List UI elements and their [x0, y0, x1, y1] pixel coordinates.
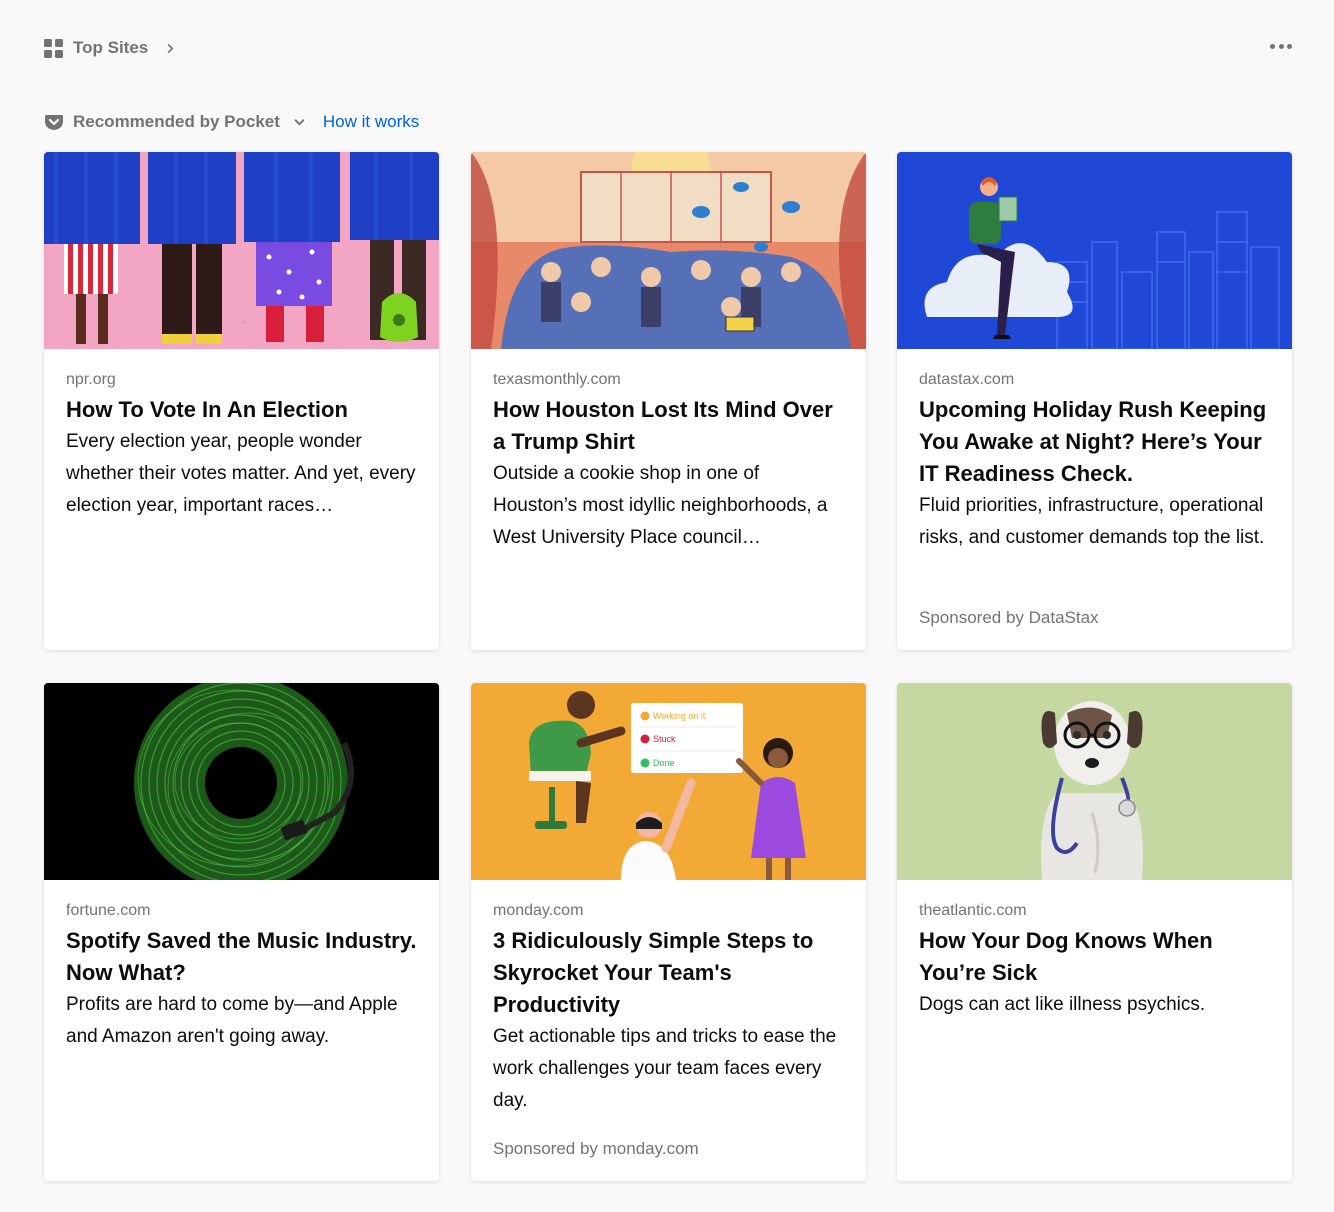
- story-title: How To Vote In An Election: [66, 397, 348, 422]
- story-title: Spotify Saved the Music Industry. Now Wh…: [66, 928, 417, 985]
- story-source: fortune.com: [66, 902, 151, 919]
- story-title: Upcoming Holiday Rush Keeping You Awake …: [919, 397, 1267, 486]
- chevron-down-icon[interactable]: [294, 117, 305, 128]
- story-source: monday.com: [493, 902, 584, 919]
- sponsored-label: Sponsored by monday.com: [493, 1139, 699, 1158]
- story-source: npr.org: [66, 371, 116, 388]
- story-card[interactable]: datastax.com Upcoming Holiday Rush Keepi…: [897, 152, 1292, 650]
- chevron-right-icon: [168, 43, 174, 53]
- pocket-header: Recommended by Pocket How it works: [44, 110, 419, 134]
- story-excerpt: Every election year, people wonder wheth…: [66, 431, 416, 516]
- story-excerpt: Fluid priorities, infrastructure, operat…: [919, 495, 1265, 548]
- story-source: theatlantic.com: [919, 902, 1027, 919]
- sponsored-label: Sponsored by DataStax: [919, 608, 1099, 627]
- story-card[interactable]: fortune.com Spotify Saved the Music Indu…: [44, 683, 439, 1181]
- story-excerpt: Profits are hard to come by—and Apple an…: [66, 994, 398, 1047]
- story-image: [471, 152, 866, 349]
- story-image: [44, 683, 439, 880]
- status-done: Done: [653, 758, 675, 768]
- story-card[interactable]: npr.org How To Vote In An Election Every…: [44, 152, 439, 650]
- top-sites-header[interactable]: Top Sites: [44, 36, 175, 60]
- how-it-works-link[interactable]: How it works: [323, 112, 419, 132]
- status-stuck: Stuck: [653, 734, 676, 744]
- story-excerpt: Get actionable tips and tricks to ease t…: [493, 1026, 837, 1111]
- story-source: texasmonthly.com: [493, 371, 621, 388]
- story-image: [897, 152, 1292, 349]
- ellipsis-icon[interactable]: [1270, 38, 1292, 54]
- story-image: [44, 152, 439, 349]
- story-image: [897, 683, 1292, 880]
- pocket-title: Recommended by Pocket: [73, 112, 280, 131]
- top-sites-title: Top Sites: [73, 38, 149, 57]
- story-excerpt: Outside a cookie shop in one of Houston’…: [493, 463, 828, 548]
- story-source: datastax.com: [919, 371, 1015, 388]
- story-title: 3 Ridiculously Simple Steps to Skyrocket…: [493, 928, 814, 1017]
- grid-icon: [44, 38, 63, 58]
- story-card[interactable]: texasmonthly.com How Houston Lost Its Mi…: [471, 152, 866, 650]
- status-working: Working on it: [653, 711, 706, 721]
- story-excerpt: Dogs can act like illness psychics.: [919, 994, 1206, 1015]
- story-image: Working on it Stuck Done: [471, 683, 866, 880]
- story-title: How Houston Lost Its Mind Over a Trump S…: [493, 397, 833, 454]
- story-title: How Your Dog Knows When You’re Sick: [919, 928, 1213, 985]
- story-card[interactable]: theatlantic.com How Your Dog Knows When …: [897, 683, 1292, 1181]
- pocket-icon: [45, 115, 63, 130]
- story-card[interactable]: Working on it Stuck Done monday.com 3 Ri…: [471, 683, 866, 1181]
